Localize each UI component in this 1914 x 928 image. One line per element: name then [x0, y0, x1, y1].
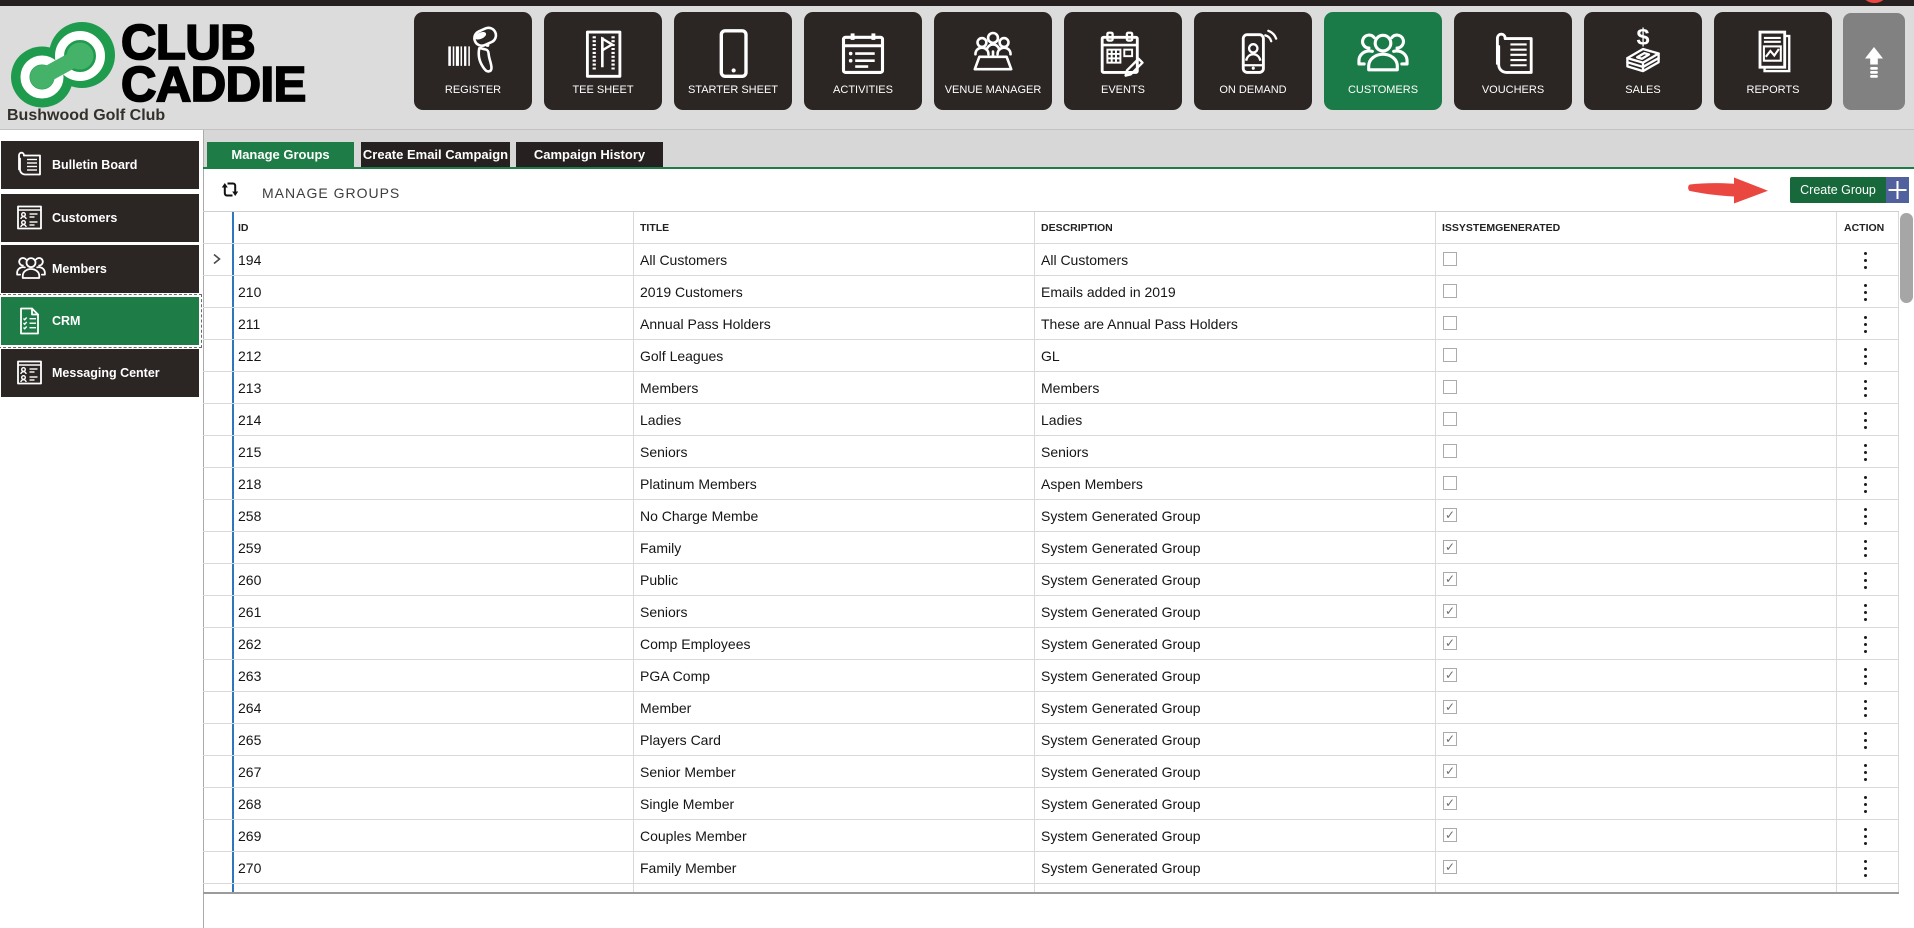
- svg-text:$: $: [1636, 24, 1649, 50]
